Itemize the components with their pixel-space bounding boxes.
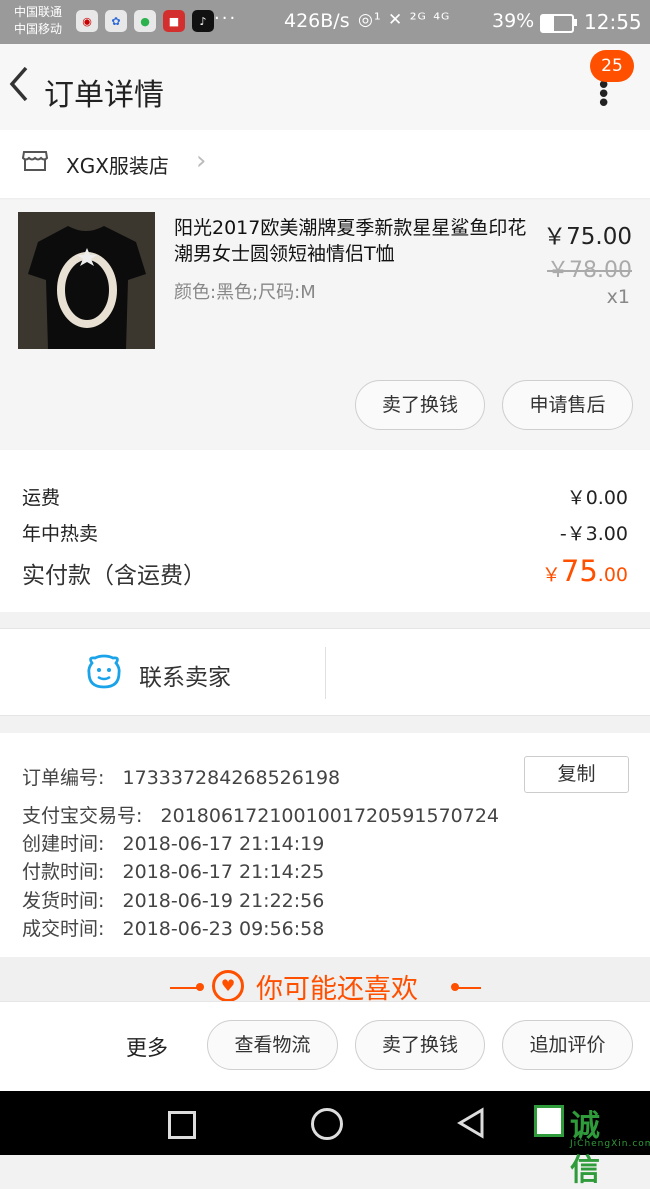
shop-name: XGX服装店 — [66, 154, 169, 178]
info-label: 订单编号: — [22, 767, 105, 789]
created-time: 2018-06-17 21:14:19 — [122, 833, 325, 855]
shipped-time-row: 发货时间: 2018-06-19 21:22:56 — [22, 886, 324, 913]
back-icon[interactable] — [6, 62, 32, 117]
paid-time: 2018-06-17 21:14:25 — [122, 861, 325, 883]
paid-currency: ￥ — [541, 564, 561, 586]
paid-decimal: .00 — [597, 564, 628, 586]
watermark-sub: JiChengXin.com — [570, 1139, 650, 1149]
recommend-line-right — [455, 987, 481, 989]
view-logistics-button[interactable]: 查看物流 — [207, 1020, 338, 1070]
paid-integer: 75 — [560, 554, 598, 588]
shipped-time: 2018-06-19 21:22:56 — [122, 890, 325, 912]
info-label: 支付宝交易号: — [22, 805, 143, 827]
clock: 12:55 — [584, 10, 642, 34]
completed-time: 2018-06-23 09:56:58 — [122, 918, 325, 940]
battery-fill — [542, 16, 554, 31]
product-image[interactable] — [18, 212, 155, 349]
contact-seller-icon — [87, 654, 121, 689]
fee-summary: 运费 ￥0.00 年中热卖 -￥3.00 实付款（含运费） ￥75.00 — [0, 450, 650, 612]
contact-seller-button[interactable]: 联系卖家 — [139, 658, 231, 692]
shipping-value: ￥0.00 — [566, 487, 628, 509]
network-speed: 426B/s — [284, 10, 350, 32]
product-card[interactable]: 阳光2017欧美潮牌夏季新款星星鲨鱼印花潮男女士圆领短袖情侣T恤 颜色:黑色;尺… — [0, 200, 650, 450]
product-name: 阳光2017欧美潮牌夏季新款星星鲨鱼印花潮男女士圆领短袖情侣T恤 — [174, 217, 527, 265]
watermark-logo — [534, 1105, 564, 1137]
battery-percent: 39% — [492, 10, 535, 32]
baidu-icon: ✿ — [105, 10, 127, 32]
product-original-price: ￥78.00 — [547, 258, 632, 283]
more-button[interactable]: 更多 — [126, 1032, 168, 1062]
action-bar: 更多 查看物流 卖了换钱 追加评价 — [0, 1001, 650, 1092]
divider — [325, 647, 326, 699]
paid-time-row: 付款时间: 2018-06-17 21:14:25 — [22, 857, 324, 884]
sell-again-button[interactable]: 卖了换钱 — [355, 1020, 485, 1070]
add-review-button[interactable]: 追加评价 — [502, 1020, 633, 1070]
shipping-label: 运费 — [22, 487, 61, 509]
completed-time-row: 成交时间: 2018-06-23 09:56:58 — [22, 914, 324, 941]
order-number: 173337284268526198 — [122, 767, 341, 789]
page-title: 订单详情 — [44, 78, 164, 113]
battery-icon — [540, 14, 574, 33]
info-label: 成交时间: — [22, 918, 105, 940]
alipay-row: 支付宝交易号: 2018061721001001720591570724 — [22, 801, 499, 828]
sell-button[interactable]: 卖了换钱 — [355, 380, 485, 430]
order-number-row: 订单编号: 173337284268526198 — [22, 763, 340, 790]
product-sku: 颜色:黑色;尺码:M — [174, 282, 316, 303]
status-bar: 中国联通 中国移动 ◉ ✿ ● ■ ♪ ··· 426B/s ◎¹ ✕ ²ᴳ ⁴… — [0, 0, 650, 44]
carrier-1: 中国联通 — [14, 5, 63, 19]
recommend-title: 你可能还喜欢 — [256, 974, 418, 1001]
wechat-icon: ● — [134, 10, 156, 32]
system-nav-bar: 诚信 JiChengXin.com — [0, 1091, 650, 1188]
paid-label: 实付款（含运费） — [22, 563, 206, 589]
created-time-row: 创建时间: 2018-06-17 21:14:19 — [22, 829, 324, 856]
home-icon[interactable] — [311, 1108, 343, 1140]
weibo-icon: ◉ — [76, 10, 98, 32]
more-notifications-icon: ··· — [214, 8, 238, 29]
app-icon: ■ — [163, 10, 185, 32]
tiktok-icon: ♪ — [192, 10, 214, 32]
discount-label: 年中热卖 — [22, 523, 99, 545]
order-info: 订单编号: 173337284268526198 复制 支付宝交易号: 2018… — [0, 733, 650, 957]
copy-button[interactable]: 复制 — [524, 756, 629, 793]
info-label: 创建时间: — [22, 833, 105, 855]
back-nav-icon[interactable] — [456, 1107, 486, 1139]
alipay-number: 2018061721001001720591570724 — [160, 805, 500, 827]
info-label: 付款时间: — [22, 861, 105, 883]
notification-icons: ◉ ✿ ● ■ ♪ — [76, 10, 214, 32]
shop-row[interactable]: XGX服装店 › — [0, 130, 650, 199]
message-badge: 25 — [590, 50, 634, 82]
product-quantity: x1 — [606, 286, 630, 308]
carrier-info: 中国联通 中国移动 — [14, 4, 62, 38]
chevron-right-icon: › — [196, 146, 207, 176]
recommend-dot-left — [196, 983, 204, 991]
info-label: 发货时间: — [22, 890, 105, 912]
nav-bar: 订单详情 • • • 25 — [0, 44, 650, 130]
recents-icon[interactable] — [168, 1111, 196, 1139]
more-menu-icon[interactable]: • • • — [596, 73, 611, 117]
battery-tip — [574, 19, 577, 26]
store-icon — [22, 151, 48, 171]
discount-value: -￥3.00 — [559, 523, 628, 545]
paid-amount: ￥75.00 — [542, 554, 628, 588]
heart-icon: ♥ — [212, 970, 244, 1001]
product-price: ￥75.00 — [543, 224, 632, 250]
recommend-header: ♥ 你可能还喜欢 — [0, 957, 650, 1001]
after-sale-button[interactable]: 申请售后 — [502, 380, 633, 430]
signal-icons: ◎¹ ✕ ²ᴳ ⁴ᴳ — [358, 10, 451, 30]
carrier-2: 中国移动 — [14, 22, 63, 36]
contact-bar: 联系卖家 — [0, 628, 650, 716]
